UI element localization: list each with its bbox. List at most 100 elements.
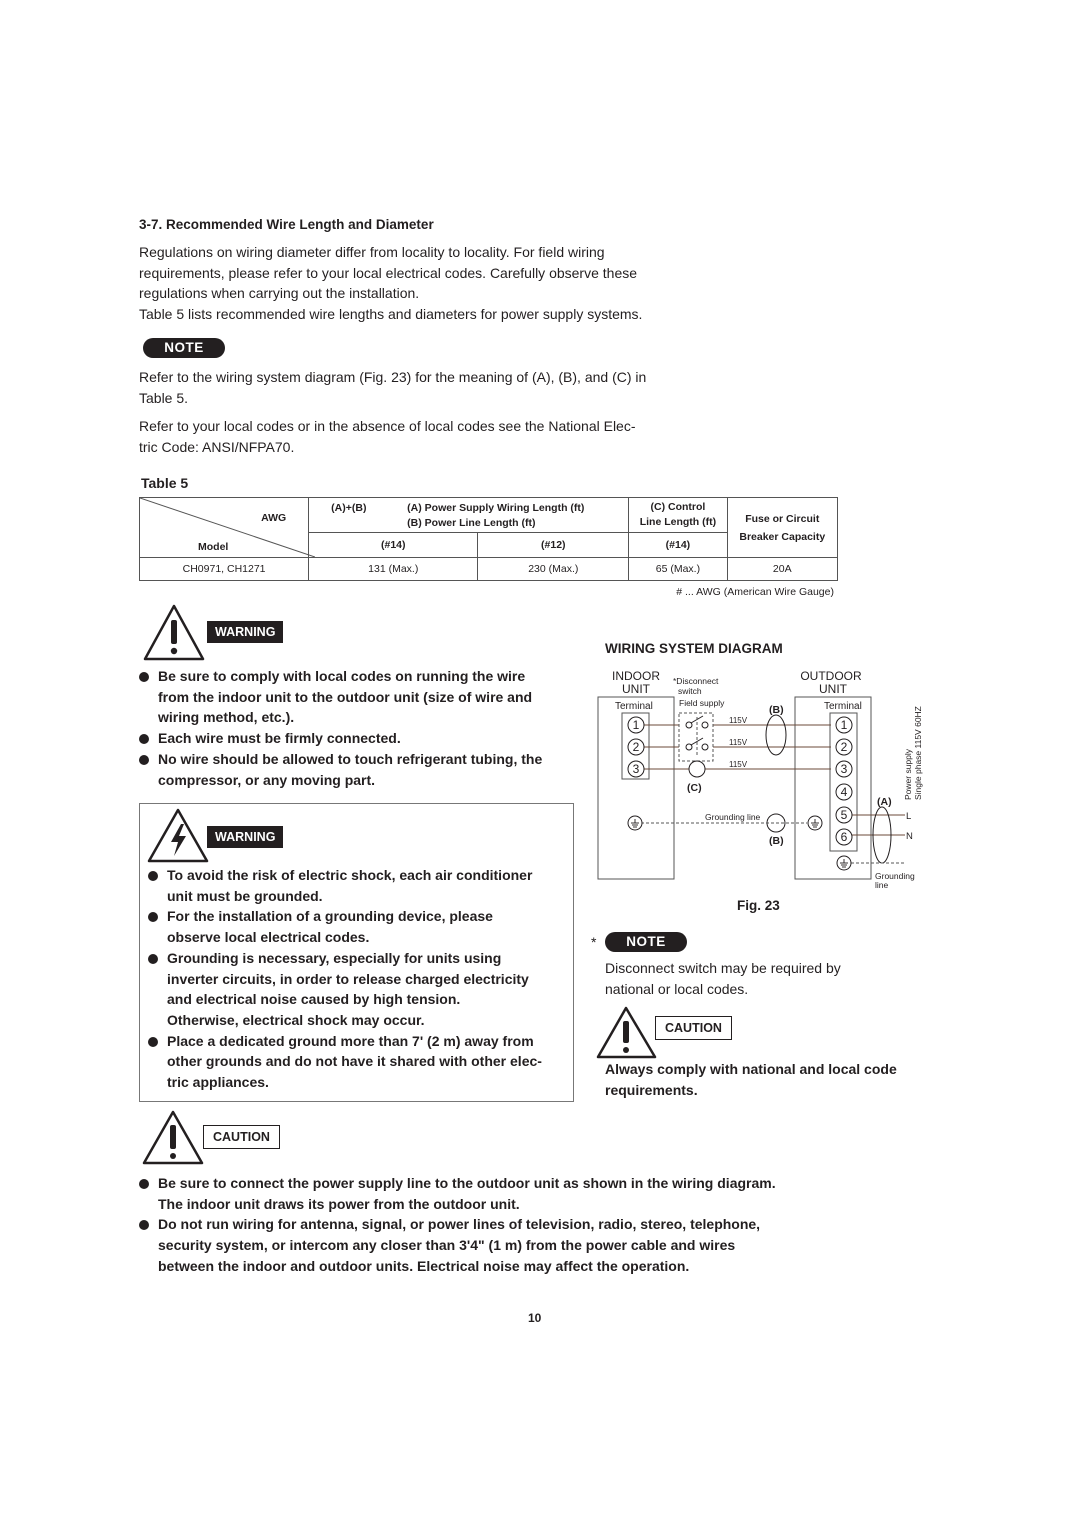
list-item: Do not run wiring for antenna, signal, o… (139, 1214, 859, 1276)
a-label: (A) Power Supply Wiring Length (ft) (407, 502, 585, 514)
intro-line: Table 5 lists recommended wire lengths a… (139, 306, 643, 323)
list-item: Be sure to connect the power supply line… (139, 1173, 859, 1214)
note-badge: NOTE (605, 932, 687, 952)
intro-paragraph: Regulations on wiring diameter differ fr… (139, 242, 642, 325)
terminal-number: 2 (841, 740, 848, 754)
gauge-cell: (#14) (308, 532, 479, 558)
codes-line: Refer to your local codes or in the abse… (139, 418, 636, 434)
caution-line: requirements. (605, 1081, 698, 1098)
voltage-label: 115V (729, 760, 748, 769)
corner-header: AWG Model (138, 497, 315, 558)
c-label: Line Length (ft) (639, 516, 717, 528)
intro-line: requirements, please refer to your local… (139, 264, 638, 281)
table-title: Table 5 (141, 475, 189, 491)
item-line: For the installation of a grounding devi… (167, 908, 493, 925)
terminal-number: 6 (841, 830, 848, 844)
terminal-number: 3 (633, 762, 640, 776)
warning-exclamation-icon (143, 604, 205, 661)
item-line: other grounds and do not have it shared … (167, 1053, 542, 1070)
cable-b-ellipse (765, 714, 787, 756)
terminal-number: 1 (633, 718, 640, 732)
note-badge: NOTE (143, 338, 225, 358)
item-line: Grounding is necessary, especially for u… (167, 949, 502, 966)
item-line: No wire should be allowed to touch refri… (158, 750, 543, 767)
outdoor-label: UNIT (819, 682, 848, 696)
grounding-line-label: Grounding line (705, 812, 761, 822)
note-line: Refer to the wiring system diagram (Fig.… (139, 369, 647, 385)
value-cell: 65 (Max.) (628, 557, 728, 581)
item-line: observe local electrical codes. (167, 929, 370, 946)
label-c: (C) (687, 782, 702, 794)
terminal-number: 2 (633, 740, 640, 754)
indoor-label: INDOOR (612, 669, 660, 683)
item-line: Be sure to connect the power supply line… (158, 1175, 776, 1191)
terminal-label: Terminal (824, 701, 862, 712)
wire-length-table: AWG Model (A)+(B) (A) Power Supply Wirin… (138, 497, 839, 581)
label-b: (B) (769, 704, 784, 716)
voltage-label: 115V (729, 738, 748, 747)
caution-label: CAUTION (655, 1016, 732, 1040)
item-line: wiring method, etc.). (158, 709, 295, 726)
figure-caption: Fig. 23 (737, 898, 780, 913)
warning2-list: To avoid the risk of electric shock, eac… (148, 865, 568, 1093)
field-supply-label: Field supply (679, 698, 725, 708)
warning-label: WARNING (207, 826, 284, 848)
item-line: and electrical noise caused by high tens… (167, 991, 461, 1008)
c-header: (C) Control Line Length (ft) (628, 497, 728, 533)
note-line: national or local codes. (605, 980, 749, 997)
power-supply-label: Power supply (903, 748, 913, 800)
caution2-list: Be sure to connect the power supply line… (139, 1173, 859, 1277)
item-line: from the indoor unit to the outdoor unit… (158, 688, 533, 705)
value-cell: 20A (726, 557, 839, 581)
item-line: The indoor unit draws its power from the… (158, 1195, 520, 1212)
disconnect-label: *Disconnect (673, 676, 719, 686)
voltage-label: 115V (729, 716, 748, 725)
caution-exclamation-icon (596, 1006, 657, 1059)
warning1-list: Be sure to comply with local codes on ru… (139, 666, 579, 790)
wiring-diagram: INDOOR UNIT OUTDOOR UNIT *Disconnect swi… (597, 669, 923, 890)
corner-model: Model (198, 541, 229, 553)
item-line: Each wire must be firmly connected. (158, 730, 401, 747)
grounding-label: line (875, 880, 889, 890)
fuse-header: Fuse or Circuit Breaker Capacity (726, 497, 839, 558)
codes-paragraph: Refer to your local codes or in the abse… (139, 416, 636, 457)
item-line: tric appliances. (167, 1074, 269, 1091)
asterisk: * (591, 934, 597, 950)
item-line: Be sure to comply with local codes on ru… (158, 668, 526, 684)
warning-label: WARNING (207, 621, 284, 643)
terminal-number: 5 (841, 808, 848, 822)
item-line: Do not run wiring for antenna, signal, o… (158, 1216, 761, 1233)
awg-footnote: # ... AWG (American Wire Gauge) (676, 586, 834, 598)
b-label: (B) Power Line Length (ft) (407, 517, 536, 529)
table-row: CH0971, CH1271 131 (Max.) 230 (Max.) 65 … (138, 557, 839, 581)
outdoor-unit-box (794, 696, 872, 880)
diagram-title: WIRING SYSTEM DIAGRAM (605, 641, 783, 656)
gauge-cell: (#14) (628, 532, 728, 558)
electric-shock-icon (147, 808, 209, 863)
note-line: Table 5. (139, 389, 189, 406)
intro-line: Regulations on wiring diameter differ fr… (139, 244, 605, 260)
item-line: Otherwise, electrical shock may occur. (167, 1011, 425, 1028)
cable-c-circle (688, 760, 706, 778)
item-line: between the indoor and outdoor units. El… (158, 1257, 690, 1274)
list-item: No wire should be allowed to touch refri… (139, 749, 579, 790)
item-line: unit must be grounded. (167, 887, 323, 904)
line-l-label: L (906, 811, 911, 822)
value-cell: 131 (Max.) (308, 557, 479, 581)
list-item: Each wire must be firmly connected. (139, 728, 579, 749)
list-item: Place a dedicated ground more than 7' (2… (148, 1031, 568, 1093)
disconnect-label: switch (678, 686, 702, 696)
caution1-text: Always comply with national and local co… (605, 1059, 897, 1100)
corner-awg: AWG (261, 512, 287, 524)
list-item: To avoid the risk of electric shock, eac… (148, 865, 568, 906)
list-item: Be sure to comply with local codes on ru… (139, 666, 579, 728)
line-n-label: N (906, 831, 913, 842)
note2-paragraph: Disconnect switch may be required by nat… (605, 958, 841, 999)
c-label: (C) Control (650, 501, 706, 513)
fuse-label: Fuse or Circuit (745, 512, 820, 525)
fuse-label: Breaker Capacity (739, 530, 826, 543)
caution-line: Always comply with national and local co… (605, 1061, 897, 1077)
value-cell: 230 (Max.) (477, 557, 630, 581)
caution-exclamation-icon (142, 1110, 204, 1165)
ab-label: (A)+(B) (331, 502, 367, 514)
